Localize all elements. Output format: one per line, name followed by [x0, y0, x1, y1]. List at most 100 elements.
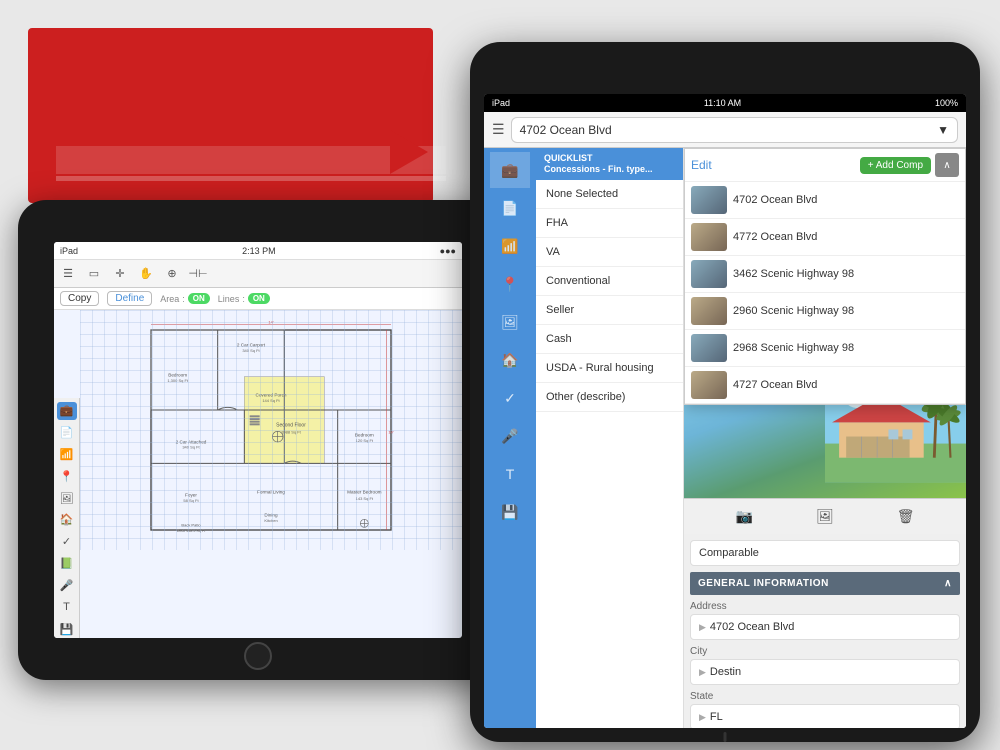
comp-item-6[interactable]: 4727 Ocean Blvd — [685, 367, 965, 404]
right-ipad-home-bar[interactable] — [724, 732, 727, 742]
comp-thumb-3 — [691, 260, 727, 288]
gallery-button[interactable]: 🖼 — [811, 503, 839, 531]
measure-tool-icon[interactable]: ⊣⊢ — [188, 264, 208, 284]
sidebar-image-icon[interactable]: 🖼 — [57, 489, 77, 507]
comp-item-1[interactable]: 4702 Ocean Blvd — [685, 182, 965, 219]
area-toggle-group: Area: ON — [160, 293, 210, 304]
panel-doc-icon[interactable]: 📄 — [490, 190, 530, 226]
sidebar-check-icon[interactable]: ✓ — [57, 533, 77, 551]
comp-address-6: 4727 Ocean Blvd — [733, 379, 817, 391]
left-ipad-home-button[interactable] — [244, 642, 272, 670]
red-banner — [28, 28, 433, 203]
sidebar-briefcase-icon[interactable]: 💼 — [57, 402, 77, 420]
quicklist-item-fha[interactable]: FHA — [536, 209, 683, 238]
quicklist-item-other[interactable]: Other (describe) — [536, 383, 683, 412]
comp-dropdown-header: Edit + Add Comp ∧ — [685, 149, 965, 182]
floor-plan-svg: Bedroom 1,300 Sq Ft 2 Car Carport 340 Sq… — [80, 310, 462, 550]
right-hamburger-icon[interactable]: ☰ — [492, 121, 505, 138]
comp-item-2[interactable]: 4772 Ocean Blvd — [685, 219, 965, 256]
quicklist-subtitle: Concessions - Fin. type... — [544, 164, 675, 175]
floor-plan-canvas[interactable]: Bedroom 1,300 Sq Ft 2 Car Carport 340 Sq… — [80, 310, 462, 638]
quicklist-item-conventional[interactable]: Conventional — [536, 267, 683, 296]
sidebar-doc-icon[interactable]: 📄 — [57, 424, 77, 442]
right-ipad-screen: iPad 11:10 AM 100% ☰ 4702 Ocean Blvd ▼ 💼… — [484, 94, 966, 728]
sidebar-book-icon[interactable]: 📗 — [57, 555, 77, 573]
comp-item-4[interactable]: 2960 Scenic Highway 98 — [685, 293, 965, 330]
address-input[interactable]: ▶ 4702 Ocean Blvd — [690, 614, 960, 640]
collapse-dropdown-button[interactable]: ∧ — [935, 153, 959, 177]
lines-toggle-group: Lines: ON — [218, 293, 270, 304]
sidebar-pin-icon[interactable]: 📍 — [57, 467, 77, 485]
comp-dropdown: Edit + Add Comp ∧ 4702 Ocean Blvd 4772 O… — [684, 148, 966, 405]
quicklist-header: QUICKLIST Concessions - Fin. type... — [536, 148, 683, 180]
panel-text-icon[interactable]: T — [490, 456, 530, 492]
quicklist-panel: QUICKLIST Concessions - Fin. type... Non… — [536, 148, 684, 728]
hand-tool-icon[interactable]: ✋ — [136, 264, 156, 284]
select-tool-icon[interactable]: ▭ — [84, 264, 104, 284]
sidebar-save-icon[interactable]: 💾 — [57, 620, 77, 638]
city-group: City ▶ Destin — [690, 646, 960, 685]
svg-text:Back Patio: Back Patio — [181, 523, 201, 528]
comp-thumb-5 — [691, 334, 727, 362]
sidebar-home-icon[interactable]: 🏠 — [57, 511, 77, 529]
state-group: State ▶ FL — [690, 691, 960, 728]
sidebar-mic-icon[interactable]: 🎤 — [57, 577, 77, 595]
quicklist-item-usda[interactable]: USDA - Rural housing — [536, 354, 683, 383]
comp-address-4: 2960 Scenic Highway 98 — [733, 305, 854, 317]
move-tool-icon[interactable]: ✛ — [110, 264, 130, 284]
right-battery: 100% — [935, 98, 958, 108]
left-carrier: iPad — [60, 246, 78, 256]
sidebar-text-icon[interactable]: T — [57, 598, 77, 616]
svg-text:Foyer: Foyer — [185, 493, 197, 498]
left-status-bar: iPad 2:13 PM ●●● — [54, 242, 462, 260]
add-comp-button[interactable]: + Add Comp — [860, 157, 931, 174]
scale-tool-icon[interactable]: ⊕ — [162, 264, 182, 284]
panel-check-icon[interactable]: ✓ — [490, 380, 530, 416]
lines-toggle[interactable]: ON — [248, 293, 270, 304]
hamburger-icon[interactable]: ☰ — [58, 264, 78, 284]
left-sidebar: 💼 📄 📶 📍 🖼 🏠 ✓ 📗 🎤 T 💾 — [54, 398, 80, 638]
svg-text:2 Car Attached: 2 Car Attached — [176, 439, 207, 444]
define-button[interactable]: Define — [107, 291, 152, 306]
comp-item-5[interactable]: 2968 Scenic Highway 98 — [685, 330, 965, 367]
red-arrow — [390, 130, 428, 174]
right-content-area: 💼 📄 📶 📍 🖼 🏠 ✓ 🎤 T 💾 QUICKLIST Concession… — [484, 148, 966, 728]
address-dropdown[interactable]: 4702 Ocean Blvd ▼ — [511, 117, 958, 143]
comp-address-5: 2968 Scenic Highway 98 — [733, 342, 854, 354]
sidebar-wifi-icon[interactable]: 📶 — [57, 446, 77, 464]
quicklist-item-cash[interactable]: Cash — [536, 325, 683, 354]
panel-image-icon[interactable]: 🖼 — [490, 304, 530, 340]
right-ipad: iPad 11:10 AM 100% ☰ 4702 Ocean Blvd ▼ 💼… — [470, 42, 980, 742]
address-input-value: 4702 Ocean Blvd — [710, 621, 794, 633]
delete-photo-button[interactable]: 🗑 — [892, 503, 920, 531]
city-input-value: Destin — [710, 666, 741, 678]
quicklist-item-none[interactable]: None Selected — [536, 180, 683, 209]
right-left-panel: 💼 📄 📶 📍 🖼 🏠 ✓ 🎤 T 💾 — [484, 148, 536, 728]
quicklist-item-va[interactable]: VA — [536, 238, 683, 267]
quicklist-item-seller[interactable]: Seller — [536, 296, 683, 325]
svg-text:Second Floor: Second Floor — [276, 423, 306, 429]
panel-briefcase-icon[interactable]: 💼 — [490, 152, 530, 188]
edit-button[interactable]: Edit — [691, 158, 856, 172]
panel-mic-icon[interactable]: 🎤 — [490, 418, 530, 454]
state-input[interactable]: ▶ FL — [690, 704, 960, 728]
panel-pin-icon[interactable]: 📍 — [490, 266, 530, 302]
panel-home-icon[interactable]: 🏠 — [490, 342, 530, 378]
area-toggle[interactable]: ON — [188, 293, 210, 304]
copy-button[interactable]: Copy — [60, 291, 99, 306]
svg-text:Master Bedroom: Master Bedroom — [347, 489, 382, 494]
section-header[interactable]: GENERAL INFORMATION ∧ — [690, 572, 960, 595]
panel-save-icon[interactable]: 💾 — [490, 494, 530, 530]
comp-item-3[interactable]: 3462 Scenic Highway 98 — [685, 256, 965, 293]
city-label: City — [690, 646, 960, 657]
left-ipad-screen: iPad 2:13 PM ●●● ☰ ▭ ✛ ✋ ⊕ ⊣⊢ Copy Defin… — [54, 242, 462, 638]
left-action-bar: Copy Define Area: ON Lines: ON — [54, 288, 462, 310]
right-status-bar: iPad 11:10 AM 100% — [484, 94, 966, 112]
panel-wifi-icon[interactable]: 📶 — [490, 228, 530, 264]
city-input[interactable]: ▶ Destin — [690, 659, 960, 685]
camera-button[interactable]: 📷 — [730, 503, 758, 531]
address-input-icon: ▶ — [699, 622, 706, 633]
svg-text:2088 Sq Ft: 2088 Sq Ft — [281, 429, 301, 434]
svg-text:340 Sq Ft: 340 Sq Ft — [242, 348, 260, 353]
svg-text:Dining: Dining — [264, 513, 278, 518]
